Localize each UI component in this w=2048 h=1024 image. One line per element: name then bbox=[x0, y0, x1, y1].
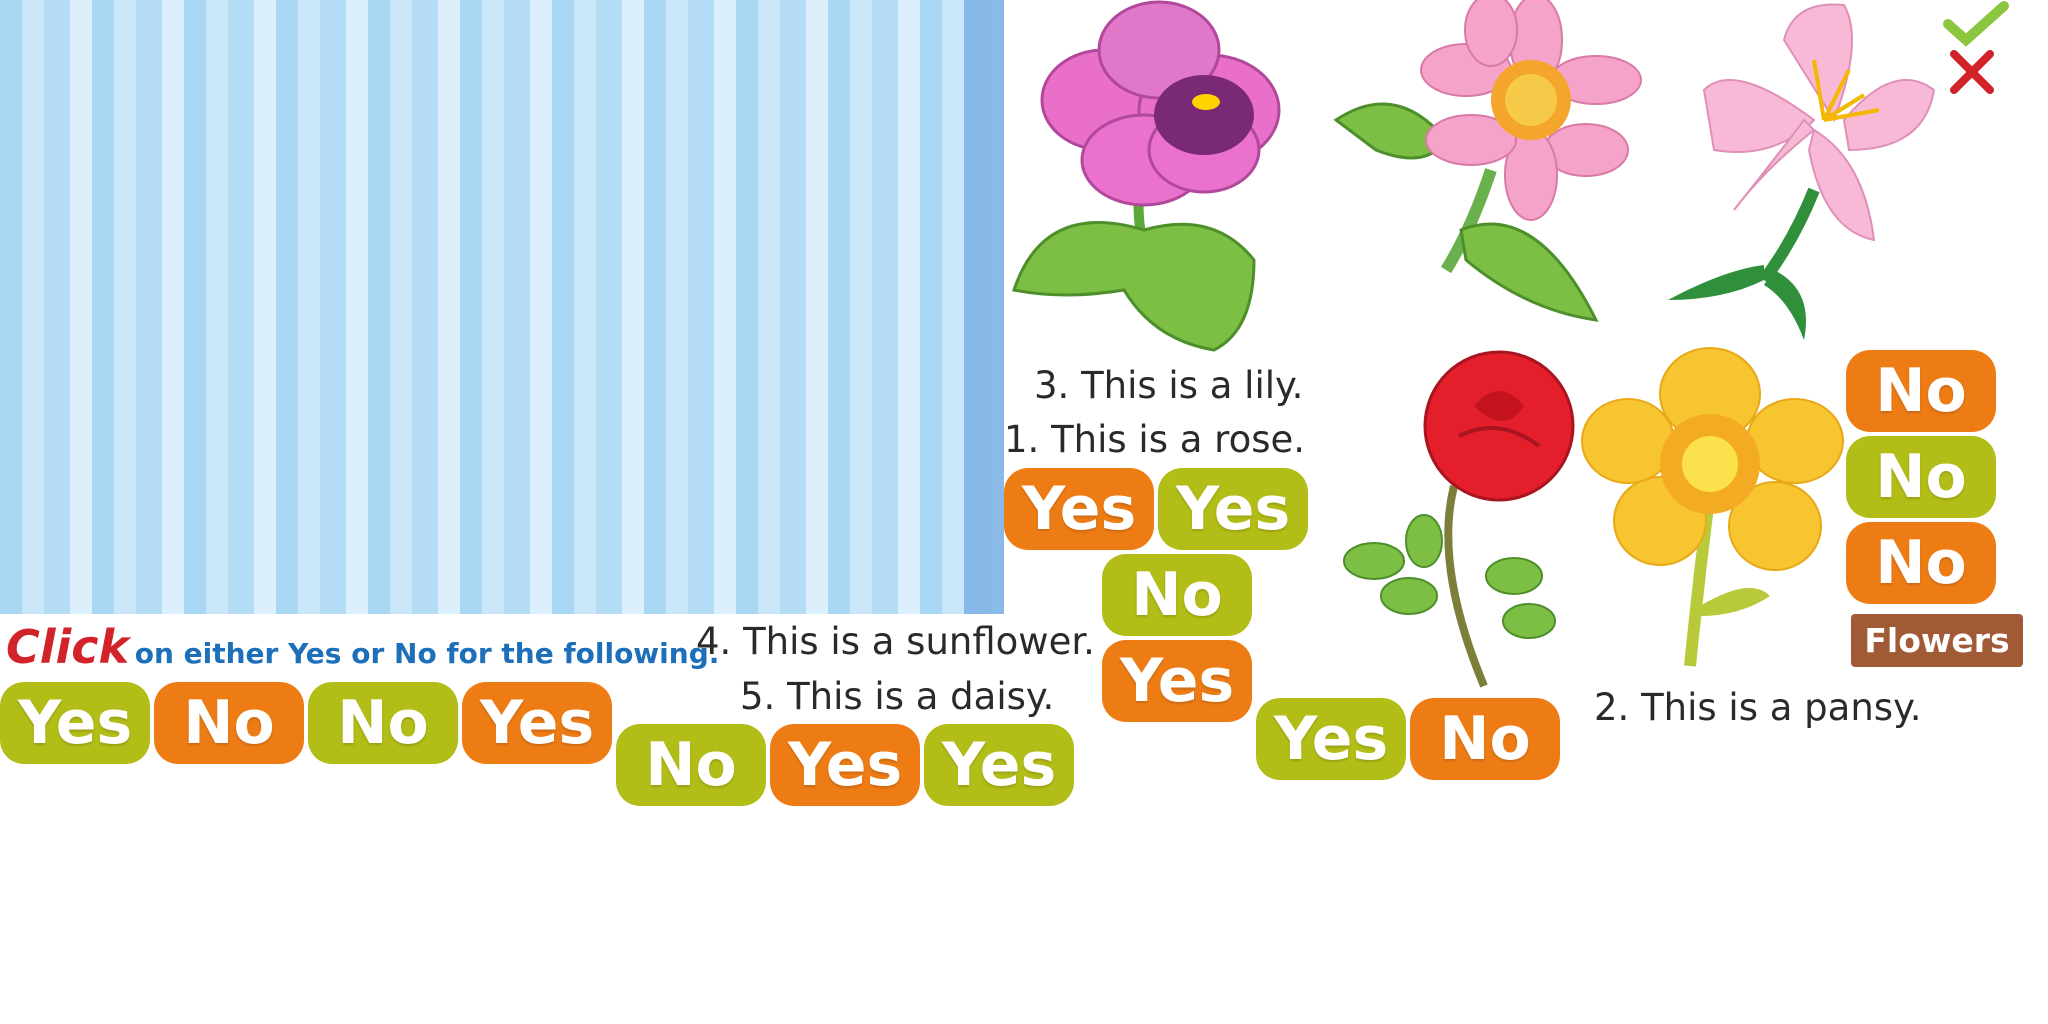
rose-image bbox=[1343, 350, 1575, 688]
yes-button[interactable]: Yes bbox=[1102, 640, 1252, 722]
no-button[interactable]: No bbox=[1846, 436, 1996, 518]
curtain-backdrop bbox=[0, 0, 1004, 614]
yes-button[interactable]: Yes bbox=[924, 724, 1074, 806]
instruction-text: on either Yes or No for the following. bbox=[134, 637, 720, 670]
instruction: Click on either Yes or No for the follow… bbox=[6, 620, 719, 674]
no-button[interactable]: No bbox=[154, 682, 304, 764]
statement-2: 2. This is a pansy. bbox=[1594, 686, 1922, 729]
no-button[interactable]: No bbox=[1102, 554, 1252, 636]
no-button[interactable]: No bbox=[616, 724, 766, 806]
instruction-click: Click bbox=[6, 620, 130, 674]
yes-button[interactable]: Yes bbox=[1004, 468, 1154, 550]
pansy-image bbox=[1012, 0, 1281, 352]
no-button[interactable]: No bbox=[308, 682, 458, 764]
cross-icon[interactable] bbox=[1948, 48, 1996, 96]
no-button[interactable]: No bbox=[1410, 698, 1560, 780]
statement-3: 3. This is a lily. bbox=[1034, 364, 1304, 407]
daisy-image bbox=[1333, 0, 1642, 322]
yes-button[interactable]: Yes bbox=[770, 724, 920, 806]
yes-button[interactable]: Yes bbox=[0, 682, 150, 764]
sunflower-image bbox=[1581, 347, 1844, 667]
check-icon[interactable] bbox=[1943, 1, 2009, 47]
no-button[interactable]: No bbox=[1846, 522, 1996, 604]
statement-1: 1. This is a rose. bbox=[1004, 418, 1306, 461]
yes-button[interactable]: Yes bbox=[462, 682, 612, 764]
yes-button[interactable]: Yes bbox=[1256, 698, 1406, 780]
lily-image bbox=[1668, 3, 1936, 340]
statement-5: 5. This is a daisy. bbox=[740, 675, 1055, 718]
no-button[interactable]: No bbox=[1846, 350, 1996, 432]
statement-4: 4. This is a sunflower. bbox=[696, 620, 1095, 663]
yes-button[interactable]: Yes bbox=[1158, 468, 1308, 550]
flowers-badge: Flowers bbox=[1851, 614, 2023, 667]
